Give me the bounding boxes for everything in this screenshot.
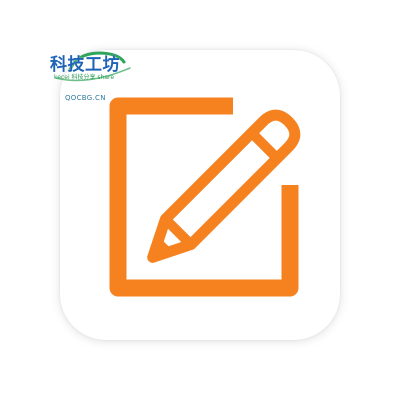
watermark-domain: QOCBG.CN bbox=[65, 94, 106, 102]
note-frame bbox=[109, 97, 299, 297]
site-watermark: 科技工坊 kecei 科技分享 share QOCBG.CN bbox=[46, 48, 134, 110]
pencil-icon bbox=[147, 109, 301, 263]
watermark-subtitle: kecei 科技分享 share bbox=[54, 74, 115, 81]
screenshot-canvas: 科技工坊 kecei 科技分享 share QOCBG.CN bbox=[0, 0, 400, 400]
